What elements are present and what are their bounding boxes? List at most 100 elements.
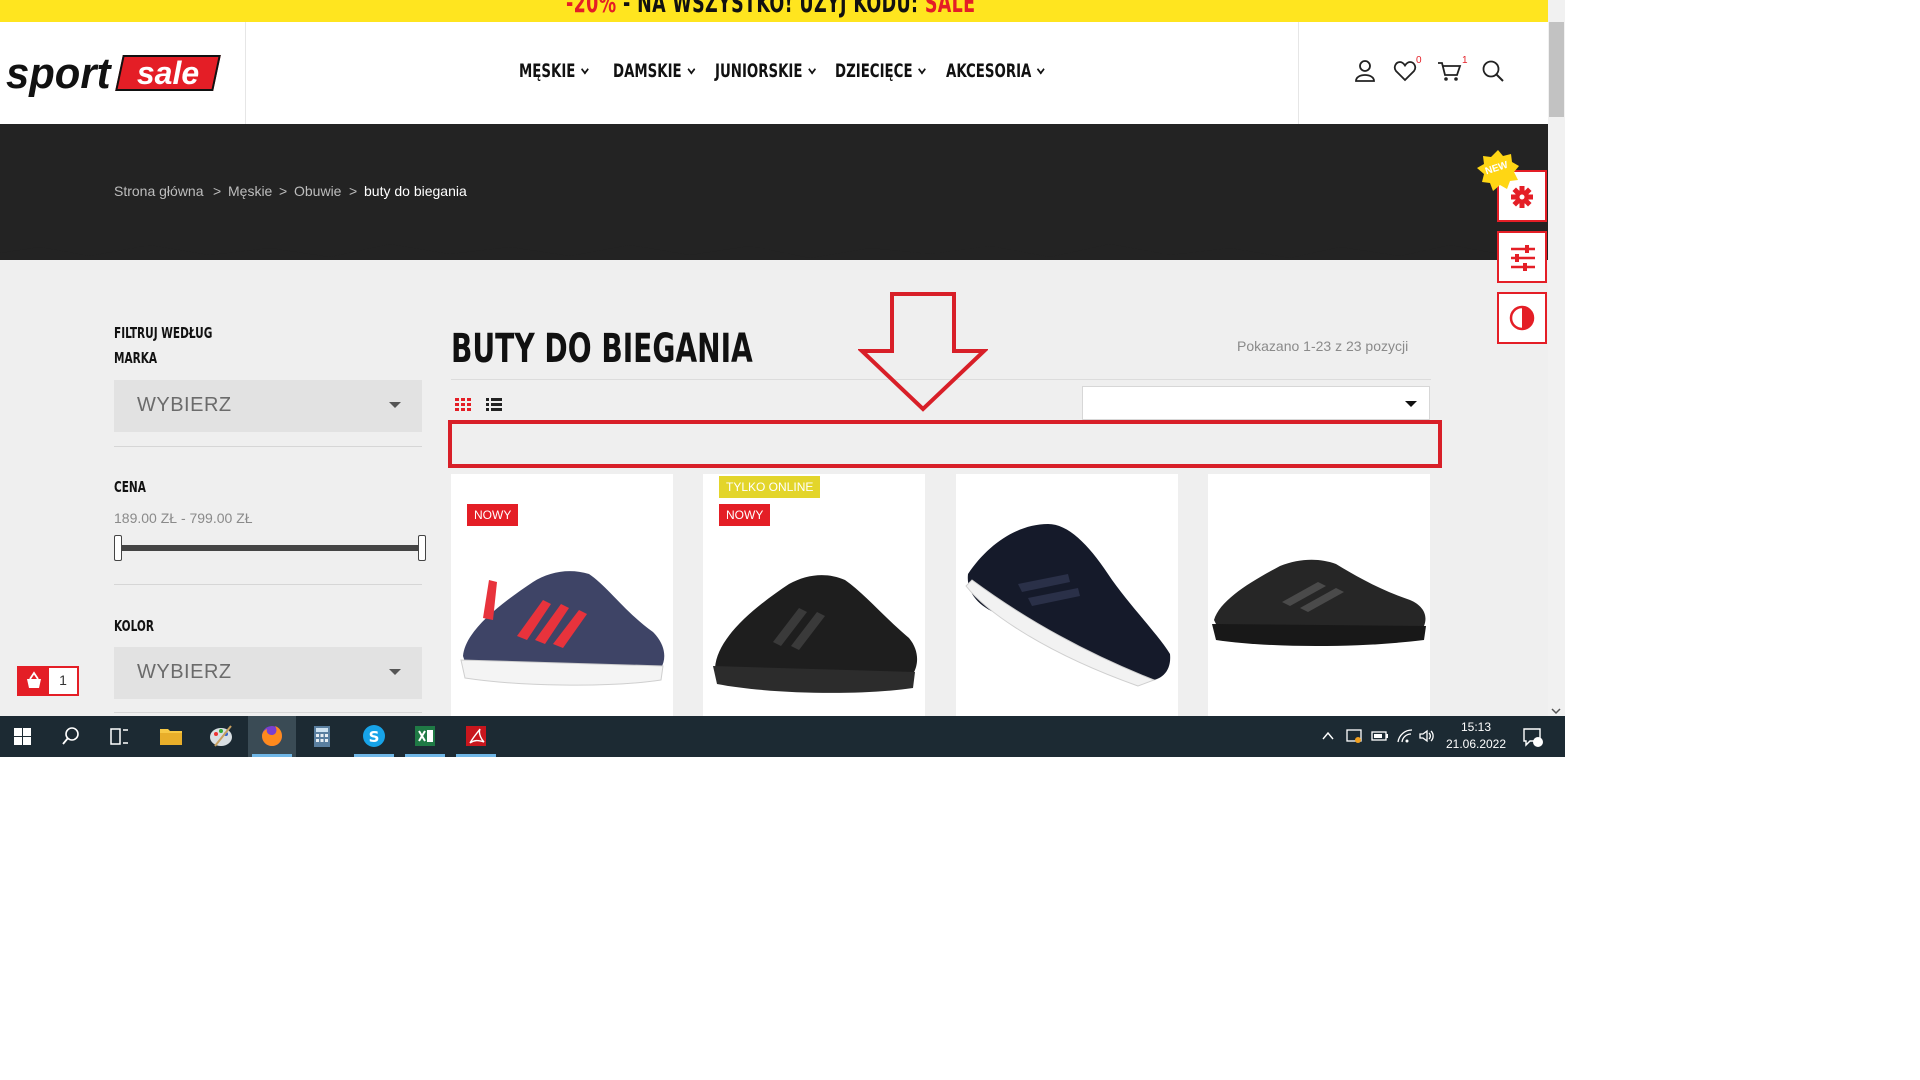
taskbar-clock[interactable]: 15:13 21.06.2022: [1440, 719, 1512, 753]
task-view-icon: [110, 728, 128, 745]
tray-chevron-up-icon[interactable]: [1320, 728, 1336, 749]
new-badge: NEW: [1477, 150, 1519, 192]
chevron-down-icon: [581, 64, 590, 75]
scrollbar-thumb[interactable]: [1549, 22, 1564, 117]
contrast-tool-button[interactable]: [1497, 292, 1547, 344]
logo-text-sale-box: sale: [115, 55, 221, 91]
taskbar-paint-app[interactable]: [197, 716, 245, 757]
folder-icon: [160, 729, 182, 745]
active-indicator: [456, 754, 496, 757]
breadcrumb-men[interactable]: Męskie: [228, 183, 272, 199]
brand-select[interactable]: WYBIERZ: [114, 380, 422, 432]
logo[interactable]: sport sale: [0, 22, 246, 124]
filter-heading: FILTRUJ WEDŁUG: [114, 324, 213, 342]
nav-item-meskie[interactable]: MĘSKIE: [519, 60, 590, 82]
grid-view-icon[interactable]: [455, 397, 473, 413]
cart-icon[interactable]: [1436, 58, 1462, 84]
taskbar-acrobat[interactable]: [452, 716, 500, 757]
firefox-icon: [262, 726, 282, 746]
volume-icon[interactable]: [1418, 728, 1436, 749]
product-card[interactable]: TYLKO ONLINE NOWY: [703, 474, 925, 716]
palette-icon: [210, 725, 232, 747]
badge-online-only: TYLKO ONLINE: [719, 476, 821, 498]
floating-cart-button[interactable]: 1: [17, 666, 79, 696]
wifi-icon[interactable]: [1396, 728, 1414, 749]
brand-filter-label: MARKA: [114, 349, 158, 367]
notifications-icon[interactable]: [1522, 726, 1544, 753]
task-view-button[interactable]: [95, 716, 143, 757]
product-image: [460, 571, 665, 686]
nav-item-juniorskie[interactable]: JUNIORSKIE: [715, 60, 817, 82]
chevron-down-icon: [918, 64, 927, 75]
active-indicator: [354, 754, 394, 757]
price-range-text: 189.00 ZŁ - 799.00 ZŁ: [114, 510, 253, 526]
filter-divider: [114, 446, 422, 447]
filter-divider: [114, 712, 422, 713]
annotation-highlight-box: [448, 420, 1442, 468]
product-card[interactable]: NOWY: [451, 474, 673, 716]
taskbar-firefox[interactable]: [248, 716, 296, 757]
logo-text-sale: sale: [136, 55, 200, 91]
contrast-icon: [1509, 305, 1535, 331]
wishlist-count: 0: [1416, 55, 1422, 66]
taskbar-excel[interactable]: [401, 716, 449, 757]
nav-label: AKCESORIA: [946, 60, 1032, 82]
floating-cart-count: 1: [59, 672, 67, 688]
windows-start-button[interactable]: [0, 716, 48, 757]
breadcrumb-shoes[interactable]: Obuwie: [294, 183, 341, 199]
caret-down-icon: [1405, 401, 1417, 407]
price-filter-label: CENA: [114, 478, 146, 496]
nav-item-damskie[interactable]: DAMSKIE: [613, 60, 696, 82]
scroll-down-arrow-icon[interactable]: [1551, 703, 1561, 715]
list-view-icon[interactable]: [486, 397, 504, 413]
annotation-arrow: [858, 292, 988, 412]
results-count: Pokazano 1-23 z 23 pozycji: [1237, 338, 1409, 354]
product-card[interactable]: [956, 474, 1178, 716]
taskbar-calculator[interactable]: [298, 716, 346, 757]
taskbar-search-button[interactable]: [46, 716, 94, 757]
search-icon[interactable]: [1480, 58, 1506, 84]
badge-new: NOWY: [719, 504, 771, 526]
taskbar-file-explorer[interactable]: [147, 716, 195, 757]
color-select[interactable]: WYBIERZ: [114, 647, 422, 699]
filter-divider: [114, 584, 422, 585]
badge-new: NOWY: [467, 504, 519, 526]
price-slider-max-handle[interactable]: [418, 535, 426, 561]
price-slider-min-handle[interactable]: [114, 535, 122, 561]
skype-icon: S: [363, 725, 385, 747]
product-image: [1212, 559, 1426, 646]
nav-label: DAMSKIE: [613, 60, 682, 82]
tray-security-icon[interactable]: [1345, 728, 1363, 749]
caret-down-icon: [389, 669, 401, 675]
calculator-icon: [314, 726, 330, 747]
filters-tool-button[interactable]: [1497, 231, 1547, 283]
wishlist-icon[interactable]: [1392, 58, 1418, 84]
torn-edge-decoration: [0, 236, 1548, 258]
breadcrumb-separator: >: [279, 183, 288, 199]
promo-text: -20% - NA WSZYSTKO! UŻYJ KODU: SALE: [566, 0, 976, 19]
nav-item-akcesoria[interactable]: AKCESORIA: [946, 60, 1045, 82]
active-indicator: [252, 754, 292, 757]
windows-logo-icon: [14, 728, 31, 745]
nav-label: JUNIORSKIE: [715, 60, 803, 82]
breadcrumb-separator: >: [213, 183, 222, 199]
promo-banner: -20% - NA WSZYSTKO! UŻYJ KODU: SALE: [0, 0, 1548, 22]
basket-icon: [19, 668, 49, 694]
breadcrumb-home[interactable]: Strona główna: [114, 183, 204, 199]
product-image: [965, 524, 1171, 687]
color-select-value: WYBIERZ: [137, 661, 232, 683]
nav-label: MĘSKIE: [519, 60, 576, 82]
pdf-icon: [466, 726, 486, 746]
price-slider-track[interactable]: [118, 545, 422, 551]
battery-icon[interactable]: [1371, 728, 1389, 749]
sort-select[interactable]: [1082, 386, 1430, 420]
nav-item-dzieciece[interactable]: DZIECIĘCE: [835, 60, 927, 82]
excel-icon: [415, 726, 435, 746]
taskbar-skype[interactable]: S: [350, 716, 398, 757]
search-icon: [62, 727, 79, 745]
user-icon[interactable]: [1352, 58, 1378, 84]
clock-time: 15:13: [1460, 720, 1492, 734]
chevron-down-icon: [687, 64, 696, 75]
breadcrumb-current: buty do biegania: [364, 183, 467, 199]
product-card[interactable]: [1208, 474, 1430, 716]
